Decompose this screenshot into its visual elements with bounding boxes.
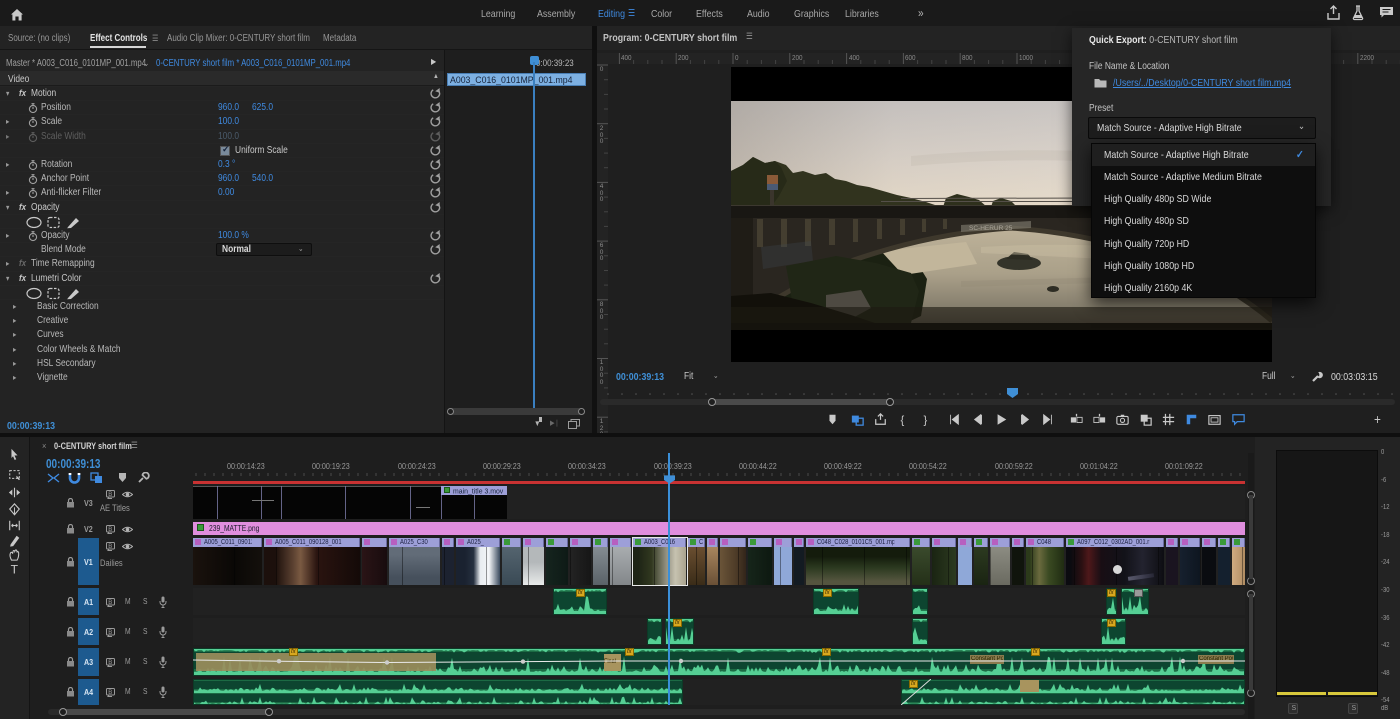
svg-text:B: B [108, 544, 112, 550]
svg-text:B: B [108, 660, 112, 666]
svg-text:}: } [923, 414, 927, 426]
svg-text:B: B [108, 492, 112, 498]
svg-text:B: B [108, 527, 112, 533]
svg-text:SC-HERUR 25: SC-HERUR 25 [969, 225, 1013, 232]
svg-text:{: { [900, 414, 904, 426]
svg-text:B: B [108, 630, 112, 636]
svg-text:B: B [108, 600, 112, 606]
svg-text:T: T [11, 562, 19, 575]
svg-text:B: B [108, 690, 112, 696]
